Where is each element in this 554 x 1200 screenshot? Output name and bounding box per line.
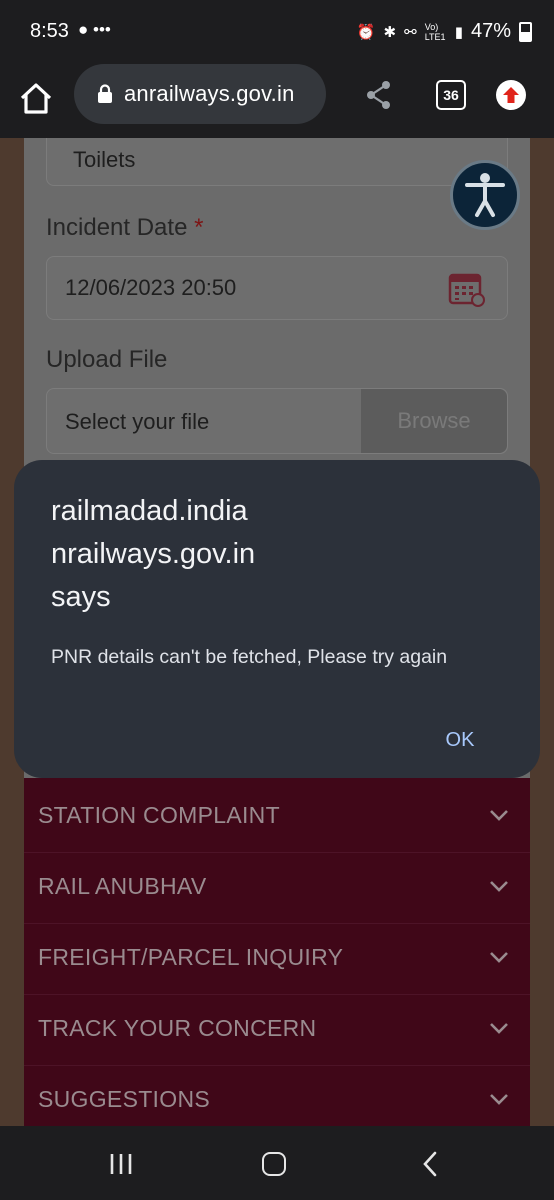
category-value: Toilets xyxy=(73,147,136,172)
menu-item-freight-parcel-inquiry[interactable]: FREIGHT/PARCEL INQUIRY xyxy=(24,924,530,995)
incident-date-input[interactable]: 12/06/2023 20:50 xyxy=(46,256,508,320)
dialog-message: PNR details can't be fetched, Please try… xyxy=(51,646,448,668)
dialog-title-line: nrailways.gov.in xyxy=(51,538,256,570)
url-text: anrailways.gov.in xyxy=(124,81,295,106)
home-button[interactable] xyxy=(16,78,56,118)
menu-item-rail-anubhav[interactable]: RAIL ANUBHAV xyxy=(24,853,530,924)
menu-item-label: SUGGESTIONS xyxy=(38,1086,210,1112)
status-bar: 8:53 ● ••• ⏰ ✱ ⚯ Vo) LTE1 ▮ 47% xyxy=(0,0,554,64)
arrow-up-icon xyxy=(503,87,519,103)
menu-item-suggestions[interactable]: SUGGESTIONS xyxy=(24,1066,530,1126)
upload-file-input[interactable]: Select your file Browse xyxy=(46,388,508,454)
update-button[interactable] xyxy=(496,80,526,110)
browse-button[interactable]: Browse xyxy=(361,389,507,453)
system-nav-bar xyxy=(0,1126,554,1200)
share-icon xyxy=(367,81,390,109)
chevron-down-icon xyxy=(490,952,508,963)
tab-switcher-button[interactable]: 36 xyxy=(436,80,466,110)
browser-toolbar: anrailways.gov.in 36 xyxy=(0,64,554,138)
battery-icon xyxy=(519,21,532,42)
chevron-down-icon xyxy=(490,881,508,892)
bluetooth-icon: ✱ xyxy=(383,23,397,41)
category-select[interactable]: Toilets xyxy=(46,138,508,186)
incident-date-value: 12/06/2023 20:50 xyxy=(65,275,237,300)
upload-placeholder: Select your file xyxy=(65,409,210,434)
menu-item-label: FREIGHT/PARCEL INQUIRY xyxy=(38,944,344,970)
chevron-down-icon xyxy=(490,1023,508,1034)
home-nav-button[interactable] xyxy=(262,1152,286,1176)
signal-icon: ▮ xyxy=(454,23,463,41)
lock-icon xyxy=(98,84,112,103)
alarm-icon: ⏰ xyxy=(356,23,376,41)
calendar-icon[interactable] xyxy=(447,269,487,309)
wifi-icon: ⚯ xyxy=(404,23,417,41)
accessibility-button[interactable] xyxy=(450,160,520,230)
menu-item-label: STATION COMPLAINT xyxy=(38,802,280,828)
ok-button[interactable]: OK xyxy=(430,722,490,758)
required-marker: * xyxy=(194,214,204,241)
incident-date-label-text: Incident Date xyxy=(46,214,188,241)
status-time: 8:53 xyxy=(30,20,69,42)
incident-date-label: Incident Date * xyxy=(46,214,203,242)
dialog-title: railmadad.india nrailways.gov.in says xyxy=(51,490,255,619)
status-right-group: ⏰ ✱ ⚯ Vo) LTE1 ▮ 47% xyxy=(357,20,532,43)
chevron-down-icon xyxy=(490,1094,508,1105)
dialog-title-line: railmadad.india xyxy=(51,495,248,527)
recents-icon[interactable] xyxy=(108,1152,134,1176)
menu-item-label: RAIL ANUBHAV xyxy=(38,873,207,899)
service-menu: STATION COMPLAINT RAIL ANUBHAV FREIGHT/P… xyxy=(24,778,530,1126)
home-icon xyxy=(20,83,52,114)
notification-icons: ● ••• xyxy=(78,20,111,39)
back-icon[interactable] xyxy=(420,1150,440,1178)
network-label: Vo) LTE1 xyxy=(424,21,446,42)
menu-item-label: TRACK YOUR CONCERN xyxy=(38,1015,317,1041)
battery-percent: 47% xyxy=(470,20,511,42)
dialog-title-line: says xyxy=(51,581,111,613)
chevron-down-icon xyxy=(490,810,508,821)
menu-item-track-your-concern[interactable]: TRACK YOUR CONCERN xyxy=(24,995,530,1066)
upload-file-label: Upload File xyxy=(46,346,168,373)
menu-item-station-complaint[interactable]: STATION COMPLAINT xyxy=(24,782,530,853)
share-button[interactable] xyxy=(364,78,394,112)
address-bar[interactable]: anrailways.gov.in xyxy=(74,64,326,124)
accessibility-icon xyxy=(465,173,505,217)
alert-dialog: railmadad.india nrailways.gov.in says PN… xyxy=(14,460,540,778)
